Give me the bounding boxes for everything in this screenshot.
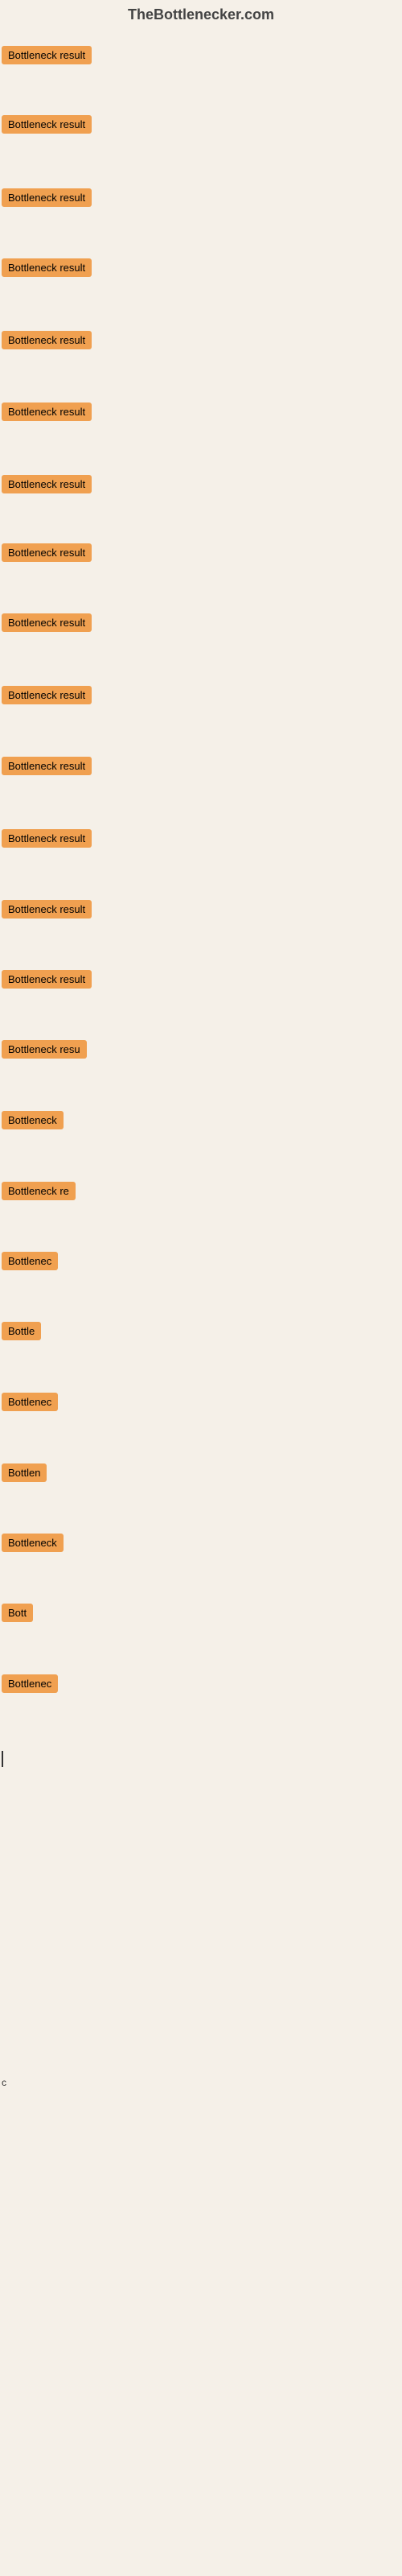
bottleneck-result-item: Bottle (2, 1322, 41, 1344)
bottleneck-badge[interactable]: Bottleneck result (2, 475, 92, 493)
bottleneck-result-item: Bottleneck result (2, 46, 92, 68)
bottleneck-badge[interactable]: Bottleneck result (2, 258, 92, 277)
site-header: TheBottlenecker.com (0, 0, 402, 36)
bottleneck-result-item: Bottleneck result (2, 258, 92, 281)
bottleneck-result-item: Bottleneck result (2, 115, 92, 138)
bottleneck-badge[interactable]: Bottleneck result (2, 188, 92, 207)
bottleneck-badge[interactable]: Bottlenec (2, 1252, 58, 1270)
small-label: c (2, 2077, 6, 2088)
bottleneck-badge[interactable]: Bottleneck result (2, 829, 92, 848)
bottleneck-result-item: Bottleneck (2, 1111, 64, 1133)
bottleneck-result-item: Bottlenec (2, 1393, 58, 1415)
bottleneck-result-item: Bottleneck result (2, 829, 92, 852)
bottleneck-badge[interactable]: Bottleneck result (2, 402, 92, 421)
bottleneck-badge[interactable]: Bottleneck result (2, 900, 92, 919)
bottleneck-result-item: Bottlenec (2, 1674, 58, 1697)
bottleneck-result-item: Bottleneck result (2, 188, 92, 211)
bottleneck-result-item: Bottleneck result (2, 402, 92, 425)
bottleneck-result-item: Bottleneck result (2, 900, 92, 923)
bottleneck-badge[interactable]: Bottleneck result (2, 331, 92, 349)
site-title: TheBottlenecker.com (128, 6, 274, 23)
bottleneck-result-item: Bottlen (2, 1463, 47, 1486)
bottleneck-badge[interactable]: Bottleneck (2, 1111, 64, 1129)
bottleneck-badge[interactable]: Bottleneck result (2, 757, 92, 775)
bottleneck-badge[interactable]: Bottleneck result (2, 46, 92, 64)
bottleneck-result-item: Bottleneck result (2, 757, 92, 779)
bottleneck-result-item: Bottleneck result (2, 686, 92, 708)
text-cursor (2, 1751, 3, 1767)
bottleneck-badge[interactable]: Bottleneck result (2, 613, 92, 632)
bottleneck-result-item: Bottleneck (2, 1534, 64, 1556)
bottleneck-result-item: Bottleneck result (2, 475, 92, 497)
bottleneck-result-item: Bottleneck result (2, 613, 92, 636)
bottleneck-badge[interactable]: Bottlen (2, 1463, 47, 1482)
bottleneck-badge[interactable]: Bottleneck result (2, 115, 92, 134)
bottleneck-badge[interactable]: Bottleneck result (2, 543, 92, 562)
main-page: TheBottlenecker.com Bottleneck result Bot… (0, 0, 402, 2576)
bottleneck-badge[interactable]: Bottleneck re (2, 1182, 76, 1200)
bottleneck-result-item: Bottleneck resu (2, 1040, 87, 1063)
bottleneck-badge[interactable]: Bott (2, 1604, 33, 1622)
bottleneck-result-item: Bottleneck result (2, 331, 92, 353)
bottleneck-result-item: Bottlenec (2, 1252, 58, 1274)
bottleneck-badge[interactable]: Bottleneck result (2, 970, 92, 989)
bottleneck-badge[interactable]: Bottleneck resu (2, 1040, 87, 1059)
bottleneck-badge[interactable]: Bottle (2, 1322, 41, 1340)
bottleneck-result-item: Bott (2, 1604, 33, 1626)
bottleneck-result-item: Bottleneck result (2, 970, 92, 993)
bottleneck-badge[interactable]: Bottleneck (2, 1534, 64, 1552)
bottleneck-result-item: Bottleneck re (2, 1182, 76, 1204)
bottleneck-result-item: Bottleneck result (2, 543, 92, 566)
bottleneck-badge[interactable]: Bottlenec (2, 1393, 58, 1411)
bottleneck-badge[interactable]: Bottlenec (2, 1674, 58, 1693)
bottleneck-badge[interactable]: Bottleneck result (2, 686, 92, 704)
